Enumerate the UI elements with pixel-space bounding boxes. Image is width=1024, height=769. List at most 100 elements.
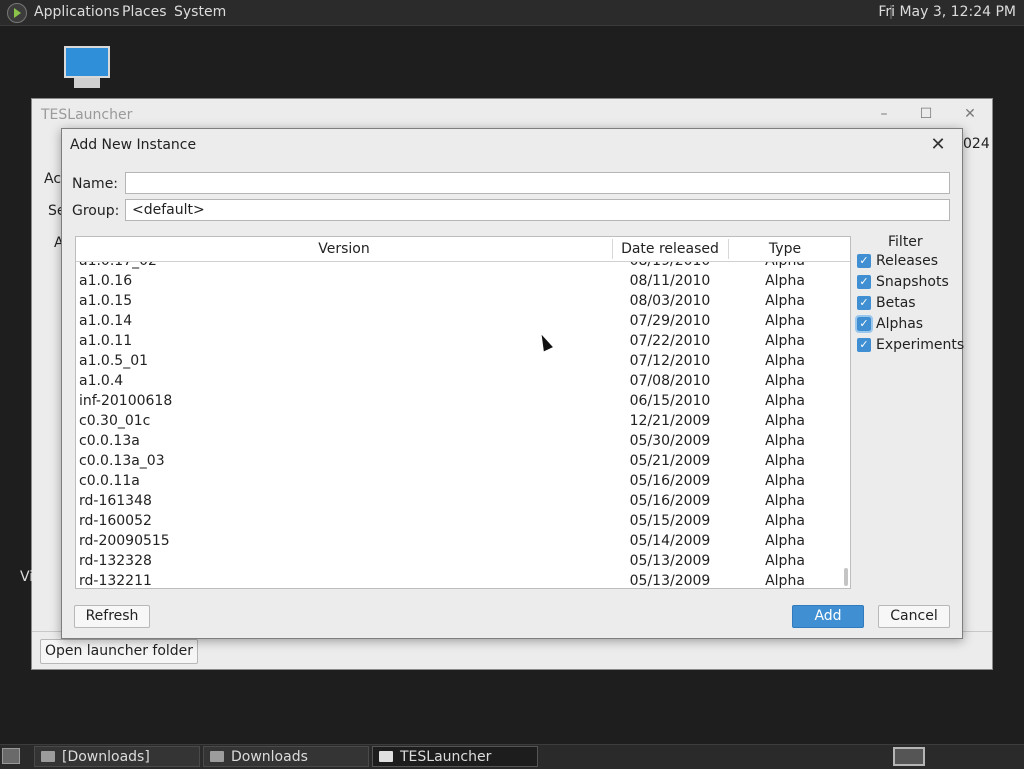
refresh-button[interactable]: Refresh <box>74 605 150 628</box>
filter-label: Releases <box>876 253 938 269</box>
cell-type: Alpha <box>765 433 805 449</box>
workspace-switcher[interactable] <box>893 747 925 766</box>
checkbox-checked-icon[interactable]: ✓ <box>857 275 871 289</box>
cell-type: Alpha <box>765 293 805 309</box>
close-icon[interactable]: ✕ <box>960 104 980 124</box>
cell-type: Alpha <box>765 313 805 329</box>
column-header-type[interactable]: Type <box>728 241 842 257</box>
system-menu[interactable]: System <box>174 4 226 20</box>
cell-version: a1.0.14 <box>79 313 133 329</box>
table-row[interactable]: c0.0.11a 05/16/2009 Alpha <box>76 471 842 491</box>
table-row[interactable]: a1.0.14 07/29/2010 Alpha <box>76 311 842 331</box>
checkbox-checked-icon[interactable]: ✓ <box>857 296 871 310</box>
task-downloads-bracket[interactable]: [Downloads] <box>34 746 200 767</box>
cell-date: 05/16/2009 <box>629 493 711 509</box>
table-header: Version Date released Type <box>76 237 850 262</box>
cell-version: rd-132211 <box>79 573 152 589</box>
folder-icon <box>210 751 224 762</box>
cell-version: a1.0.15 <box>79 293 133 309</box>
table-row[interactable]: rd-161348 05/16/2009 Alpha <box>76 491 842 511</box>
places-menu[interactable]: Places <box>122 4 167 20</box>
cell-version: rd-132328 <box>79 553 152 569</box>
task-label: [Downloads] <box>62 749 150 765</box>
name-input[interactable] <box>125 172 950 194</box>
cell-version: rd-20090515 <box>79 533 170 549</box>
cell-type: Alpha <box>765 453 805 469</box>
applications-menu[interactable]: Applications <box>34 4 120 20</box>
cell-date: 05/13/2009 <box>629 553 711 569</box>
table-row[interactable]: a1.0.11 07/22/2010 Alpha <box>76 331 842 351</box>
taskbar: [Downloads] Downloads TESLauncher <box>0 744 1024 769</box>
cell-date: 05/16/2009 <box>629 473 711 489</box>
add-instance-dialog: Add New Instance ✕ Name: Group: Version … <box>61 128 964 639</box>
checkbox-checked-icon[interactable]: ✓ <box>857 338 871 352</box>
computer-icon[interactable] <box>62 46 112 92</box>
cell-date: 07/22/2010 <box>629 333 711 349</box>
filter-title: Filter <box>888 234 923 250</box>
cell-type: Alpha <box>765 393 805 409</box>
table-row[interactable]: c0.30_01c 12/21/2009 Alpha <box>76 411 842 431</box>
cell-version: inf-20100618 <box>79 393 173 409</box>
computer-screen <box>64 46 110 78</box>
folder-icon <box>41 751 55 762</box>
checkbox-checked-icon[interactable]: ✓ <box>855 315 873 333</box>
task-label: Downloads <box>231 749 308 765</box>
clock[interactable]: Fri May 3, 12:24 PM <box>878 4 1016 20</box>
cell-date: 06/15/2010 <box>629 393 711 409</box>
table-row[interactable]: rd-132211 05/13/2009 Alpha <box>76 571 842 589</box>
dialog-close-icon[interactable]: ✕ <box>928 135 948 155</box>
table-row[interactable]: a1.0.15 08/03/2010 Alpha <box>76 291 842 311</box>
filter-label: Snapshots <box>876 274 949 290</box>
cell-type: Alpha <box>765 333 805 349</box>
maximize-icon[interactable]: ☐ <box>916 104 936 124</box>
table-row[interactable]: c0.0.13a 05/30/2009 Alpha <box>76 431 842 451</box>
computer-base <box>74 78 100 88</box>
group-input[interactable] <box>125 199 950 221</box>
cell-date: 05/14/2009 <box>629 533 711 549</box>
cell-date: 12/21/2009 <box>629 413 711 429</box>
scrollbar-thumb[interactable] <box>844 568 848 586</box>
launcher-window-title: TESLauncher <box>41 107 133 123</box>
cell-version: a1.0.5_01 <box>79 353 149 369</box>
cell-version: c0.0.11a <box>79 473 140 489</box>
cell-date: 07/12/2010 <box>629 353 711 369</box>
checkbox-checked-icon[interactable]: ✓ <box>857 254 871 268</box>
cell-version: c0.0.13a <box>79 433 140 449</box>
distro-logo-icon[interactable] <box>7 3 27 23</box>
cancel-button[interactable]: Cancel <box>878 605 950 628</box>
table-row[interactable]: inf-20100618 06/15/2010 Alpha <box>76 391 842 411</box>
cell-type: Alpha <box>765 353 805 369</box>
table-row[interactable]: rd-160052 05/15/2009 Alpha <box>76 511 842 531</box>
add-button[interactable]: Add <box>792 605 864 628</box>
dialog-title: Add New Instance <box>70 137 197 153</box>
cell-date: 08/03/2010 <box>629 293 711 309</box>
task-downloads[interactable]: Downloads <box>203 746 369 767</box>
cell-type: Alpha <box>765 573 805 589</box>
table-row[interactable]: rd-20090515 05/14/2009 Alpha <box>76 531 842 551</box>
cell-date: 05/13/2009 <box>629 573 711 589</box>
open-launcher-folder-button[interactable]: Open launcher folder <box>40 639 198 664</box>
minimize-icon[interactable]: – <box>874 104 894 124</box>
cell-version: c0.30_01c <box>79 413 151 429</box>
cell-version: c0.0.13a_03 <box>79 453 165 469</box>
cell-version: rd-160052 <box>79 513 152 529</box>
version-table[interactable]: Version Date released Type a1.0.17_0208/… <box>75 236 851 589</box>
task-teslauncher[interactable]: TESLauncher <box>372 746 538 767</box>
table-row[interactable]: a1.0.5_01 07/12/2010 Alpha <box>76 351 842 371</box>
table-row[interactable]: a1.0.4 07/08/2010 Alpha <box>76 371 842 391</box>
table-row[interactable]: rd-132328 05/13/2009 Alpha <box>76 551 842 571</box>
cell-version: rd-161348 <box>79 493 152 509</box>
cell-date: 07/08/2010 <box>629 373 711 389</box>
cell-date: 05/15/2009 <box>629 513 711 529</box>
table-scrollbar[interactable] <box>842 261 850 588</box>
table-row[interactable]: a1.0.16 08/11/2010 Alpha <box>76 271 842 291</box>
column-header-date[interactable]: Date released <box>612 241 728 257</box>
cell-version: a1.0.16 <box>79 273 133 289</box>
show-desktop-icon[interactable] <box>2 748 20 764</box>
cell-type: Alpha <box>765 373 805 389</box>
cell-type: Alpha <box>765 533 805 549</box>
column-header-version[interactable]: Version <box>76 241 612 257</box>
table-row[interactable]: c0.0.13a_03 05/21/2009 Alpha <box>76 451 842 471</box>
group-label: Group: <box>72 203 120 219</box>
cell-type: Alpha <box>765 473 805 489</box>
